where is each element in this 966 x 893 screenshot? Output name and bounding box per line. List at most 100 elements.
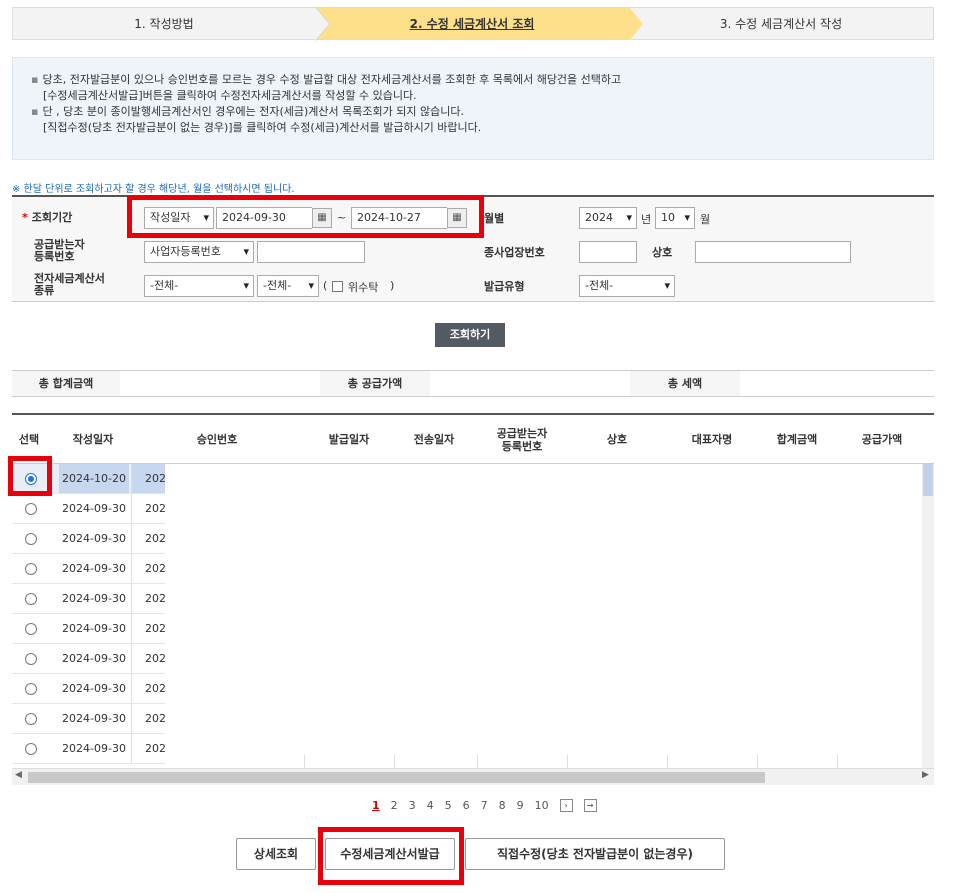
step-1-label: 1. 작성방법 bbox=[134, 17, 194, 31]
recipient-label-2: 등록번호 bbox=[34, 250, 75, 263]
row-radio[interactable] bbox=[25, 533, 37, 545]
step-3-label: 3. 수정 세금계산서 작성 bbox=[719, 17, 843, 31]
col-approval-no: 승인번호 bbox=[196, 433, 238, 446]
vertical-scrollbar[interactable] bbox=[922, 464, 934, 770]
pagination: 1 2 3 4 5 6 7 8 9 10 › → bbox=[372, 799, 597, 812]
total-tax-label: 총 세액 bbox=[630, 371, 740, 396]
col-issue-date: 발급일자 bbox=[328, 433, 370, 446]
page-link[interactable]: 6 bbox=[463, 799, 470, 812]
page-link[interactable]: 3 bbox=[409, 799, 416, 812]
row-radio[interactable] bbox=[25, 743, 37, 755]
recipient-number-input[interactable] bbox=[257, 241, 365, 263]
period-label: * 조회기간 bbox=[22, 212, 72, 224]
consign-checkbox[interactable] bbox=[332, 281, 343, 292]
row-radio[interactable] bbox=[25, 593, 37, 605]
invoice-subkind-select[interactable]: -전체- bbox=[257, 275, 319, 297]
recipient-type-select[interactable]: 사업자등록번호 bbox=[144, 241, 254, 263]
page-link[interactable]: 9 bbox=[517, 799, 524, 812]
row-write-date: 2024-09-30 bbox=[62, 502, 126, 515]
consign-label: 위수탁 bbox=[348, 281, 379, 294]
month-select[interactable]: 10 bbox=[655, 207, 695, 229]
recipient-label: 공급받는자 등록번호 bbox=[34, 239, 85, 263]
monthly-note: ※ 한달 단위로 조회하고자 할 경우 해당년, 월을 선택하시면 됩니다. bbox=[12, 184, 295, 195]
row-radio[interactable] bbox=[25, 713, 37, 725]
page-link[interactable]: 2 bbox=[391, 799, 398, 812]
col-company: 상호 bbox=[606, 433, 628, 446]
row-radio[interactable] bbox=[25, 563, 37, 575]
row-write-date: 2024-09-30 bbox=[62, 532, 126, 545]
active-step-arrow bbox=[629, 7, 643, 41]
row-radio[interactable] bbox=[25, 653, 37, 665]
issue-type-label: 발급유형 bbox=[484, 280, 525, 293]
horizontal-scrollbar[interactable]: ◀ ▶ bbox=[12, 768, 934, 785]
month-unit: 월 bbox=[700, 213, 711, 226]
info-line-2: [수정세금계산서발급]버튼을 클릭하여 수정전자세금계산서를 작성할 수 있습니… bbox=[43, 89, 417, 102]
horizontal-scroll-thumb[interactable] bbox=[28, 772, 765, 783]
bullet-icon: ▪ bbox=[31, 73, 39, 86]
vertical-scroll-thumb[interactable] bbox=[923, 464, 933, 496]
issue-type-select[interactable]: -전체- bbox=[579, 275, 675, 297]
step-navigation: 1. 작성방법 2. 수정 세금계산서 조회 3. 수정 세금계산서 작성 bbox=[12, 7, 934, 41]
next-page-icon[interactable]: › bbox=[559, 799, 573, 812]
invoice-table: 선택 작성일자 승인번호 발급일자 전송일자 공급받는자 등록번호 상호 대표자명… bbox=[12, 413, 934, 786]
row-approval-no: 2024 bbox=[131, 554, 165, 583]
month-label: 월별 bbox=[484, 212, 505, 225]
invoice-kind-label: 전자세금계산서 종류 bbox=[34, 273, 105, 297]
scroll-right-icon[interactable]: ▶ bbox=[922, 770, 929, 780]
row-write-date: 2024-09-30 bbox=[62, 742, 126, 755]
page-link[interactable]: 1 bbox=[372, 799, 380, 812]
scroll-left-icon[interactable]: ◀ bbox=[15, 770, 22, 780]
step-arrow bbox=[315, 7, 329, 41]
row-approval-no: 2024 bbox=[131, 464, 165, 493]
year-select[interactable]: 2024 bbox=[579, 207, 637, 229]
row-approval-no: 2024 bbox=[131, 614, 165, 643]
total-sum-value bbox=[120, 371, 320, 396]
branch-number-input[interactable] bbox=[579, 241, 637, 263]
row-radio[interactable] bbox=[25, 683, 37, 695]
company-input[interactable] bbox=[695, 241, 851, 263]
col-send-date: 전송일자 bbox=[413, 433, 455, 446]
total-supply-value bbox=[430, 371, 630, 396]
detail-button[interactable]: 상세조회 bbox=[236, 838, 316, 870]
row-approval-no: 2024 bbox=[131, 734, 165, 763]
search-button[interactable]: 조회하기 bbox=[435, 323, 505, 347]
paren-close: ) bbox=[390, 279, 395, 292]
highlight-selected-radio bbox=[8, 456, 52, 496]
highlight-amend-button bbox=[318, 827, 464, 885]
page-link[interactable]: 4 bbox=[427, 799, 434, 812]
row-write-date: 2024-09-30 bbox=[62, 652, 126, 665]
required-icon: * bbox=[22, 211, 28, 224]
col-total: 합계금액 bbox=[776, 433, 818, 446]
col-ceo: 대표자명 bbox=[691, 433, 733, 446]
row-approval-no: 2024 bbox=[131, 494, 165, 523]
page-link[interactable]: 7 bbox=[481, 799, 488, 812]
step-2-label: 2. 수정 세금계산서 조회 bbox=[409, 17, 535, 31]
row-radio[interactable] bbox=[25, 623, 37, 635]
year-unit: 년 bbox=[641, 213, 652, 226]
row-approval-no: 2024 bbox=[131, 644, 165, 673]
page-link[interactable]: 5 bbox=[445, 799, 452, 812]
row-write-date: 2024-09-30 bbox=[62, 712, 126, 725]
invoice-kind-select[interactable]: -전체- bbox=[144, 275, 254, 297]
row-write-date: 2024-10-20 bbox=[59, 464, 129, 493]
row-write-date: 2024-09-30 bbox=[62, 622, 126, 635]
table-blank-area bbox=[165, 464, 922, 770]
col-write-date: 작성일자 bbox=[72, 433, 114, 446]
row-approval-no: 2024 bbox=[131, 704, 165, 733]
row-write-date: 2024-09-30 bbox=[62, 562, 126, 575]
col-recipient-2: 등록번호 bbox=[501, 439, 543, 453]
row-approval-no: 2024 bbox=[131, 524, 165, 553]
direct-amend-button[interactable]: 직접수정(당초 전자발급분이 없는경우) bbox=[465, 838, 725, 870]
paren-open: ( bbox=[323, 279, 328, 292]
bullet-icon: ▪ bbox=[31, 105, 39, 118]
totals-bar: 총 합계금액 총 공급가액 총 세액 bbox=[12, 370, 934, 397]
step-3: 3. 수정 세금계산서 작성 bbox=[629, 8, 933, 39]
page-link[interactable]: 10 bbox=[535, 799, 549, 812]
page-link[interactable]: 8 bbox=[499, 799, 506, 812]
invoice-kind-label-2: 종류 bbox=[34, 284, 55, 297]
row-approval-no: 2024 bbox=[131, 674, 165, 703]
row-radio[interactable] bbox=[25, 503, 37, 515]
last-page-icon[interactable]: → bbox=[583, 799, 597, 812]
info-line-1: 당초, 전자발급분이 있으나 승인번호를 모르는 경우 수정 발급할 대상 전자… bbox=[42, 73, 622, 86]
row-approval-no: 2024 bbox=[131, 584, 165, 613]
